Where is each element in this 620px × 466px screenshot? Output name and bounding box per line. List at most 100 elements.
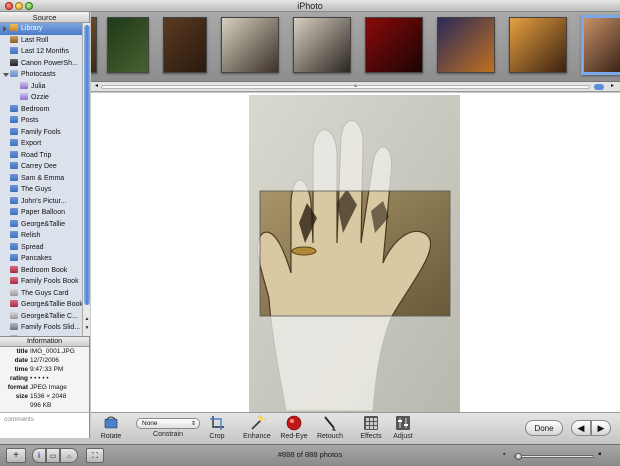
album-icon: [10, 162, 18, 169]
night-car-photo[interactable]: [437, 17, 495, 73]
source-item-label: Export: [21, 140, 42, 147]
pipe-fitting-photo-2[interactable]: [293, 17, 351, 73]
filmstrip-scroll-track[interactable]: [101, 85, 590, 89]
source-item-label: The Guys: [21, 186, 52, 193]
album-icon: [10, 139, 18, 146]
adjust-label: Adjust: [393, 433, 413, 440]
constrain-label: Constrain: [153, 431, 183, 438]
source-item[interactable]: Family Fools Slid...: [0, 322, 82, 334]
source-item[interactable]: Spread: [0, 242, 82, 254]
comments-field[interactable]: comments: [0, 412, 90, 438]
next-photo-button[interactable]: ▶: [591, 420, 611, 436]
source-scrollbar[interactable]: ▲ ▼: [82, 23, 90, 336]
scroll-left-arrow-icon[interactable]: ◂: [93, 83, 100, 90]
source-pane: Source Library Last Roll Last 12 Months Can…: [0, 12, 90, 336]
retouch-button[interactable]: Retouch: [310, 415, 350, 440]
source-item[interactable]: Julia: [0, 81, 82, 93]
edit-toolbar: Rotate None ⇕ Constrain Crop Enhance Red…: [91, 412, 620, 444]
source-item[interactable]: Paper Balloon: [0, 207, 82, 219]
filmstrip-scroll-thumb[interactable]: [594, 84, 604, 90]
left-arrow-icon: ◀: [577, 423, 585, 433]
previous-photo-button[interactable]: ◀: [571, 420, 591, 436]
source-item-label: George&Tallie: [21, 220, 65, 228]
info-row: date 12/7/2006: [0, 356, 89, 365]
source-item[interactable]: Export: [0, 138, 82, 150]
disclosure-open-icon[interactable]: [3, 73, 9, 77]
source-item[interactable]: Family Fools: [0, 127, 82, 139]
red-eye-icon: [286, 415, 302, 431]
source-item[interactable]: John's Pictur...: [0, 196, 82, 208]
source-item[interactable]: Bedroom Book: [0, 265, 82, 277]
info-key: date: [14, 357, 28, 364]
pane-resize-handle-icon[interactable]: ▴: [354, 82, 357, 89]
source-item[interactable]: George&Tallie: [0, 219, 82, 231]
source-item[interactable]: Library: [0, 23, 82, 35]
done-button[interactable]: Done: [525, 420, 563, 436]
source-header: Source: [0, 12, 89, 23]
source-item[interactable]: George&Tallie Book: [0, 299, 82, 311]
red-light-photo[interactable]: [365, 17, 423, 73]
source-item[interactable]: Pancakes: [0, 253, 82, 265]
source-item-label: Photocasts: [21, 71, 56, 78]
library-icon: [10, 24, 18, 31]
source-item[interactable]: Road Trip: [0, 150, 82, 162]
source-item[interactable]: Canon PowerSh...: [0, 58, 82, 70]
photocast-icon: [10, 70, 18, 77]
red-eye-label: Red-Eye: [280, 433, 308, 440]
zoom-slider[interactable]: [514, 453, 594, 460]
filmstrip-scrollbar[interactable]: ◂ ▸ ▴: [91, 82, 620, 92]
info-row: rating • • • • •: [0, 374, 89, 383]
constrain-dropdown[interactable]: None ⇕: [136, 418, 200, 429]
source-item[interactable]: Last 12 Months: [0, 46, 82, 58]
adjust-button[interactable]: Adjust: [383, 415, 423, 440]
source-item[interactable]: Last Roll: [0, 35, 82, 47]
small-thumbnail-icon: ▪: [503, 451, 506, 458]
crop-button[interactable]: Crop: [197, 415, 237, 440]
calendar-icon: [10, 47, 18, 54]
room-photo[interactable]: [163, 17, 207, 73]
source-item-label: Bedroom Book: [21, 266, 68, 274]
source-item-label: Road Trip: [21, 151, 52, 159]
source-item[interactable]: George&Tallie C...: [0, 311, 82, 323]
dropdown-arrows-icon: ⇕: [190, 421, 196, 427]
info-value: IMG_0001.JPG: [30, 348, 75, 355]
book-icon: [10, 277, 18, 284]
hand-photo-canvas[interactable]: [91, 93, 620, 413]
enhance-button[interactable]: Enhance: [237, 415, 277, 440]
plant-photo[interactable]: [107, 17, 149, 73]
album-icon: [10, 254, 18, 261]
scroll-down-arrow-icon[interactable]: ▼: [84, 325, 90, 331]
album-icon: [10, 242, 18, 250]
source-item[interactable]: Posts: [0, 115, 82, 127]
window-title-bar: iPhoto: [0, 0, 620, 12]
filmstrip: [91, 12, 620, 82]
info-key: format: [7, 384, 28, 391]
source-item[interactable]: Sam & Emma: [0, 173, 82, 185]
source-item-label: Family Fools: [21, 128, 61, 136]
source-item[interactable]: Carrey Dee: [0, 161, 82, 173]
pipe-fitting-photo-1[interactable]: [221, 17, 279, 73]
source-scroll-thumb[interactable]: [84, 25, 90, 305]
hand-photo[interactable]: [581, 15, 620, 75]
source-item[interactable]: Family Fools Book: [0, 276, 82, 288]
glowing-bulb-photo[interactable]: [509, 17, 567, 73]
album-icon: [10, 173, 18, 181]
red-eye-button[interactable]: Red-Eye: [274, 415, 314, 440]
info-value: 12/7/2006: [30, 357, 59, 364]
source-item[interactable]: Ozzie: [0, 92, 82, 104]
scroll-right-arrow-icon[interactable]: ▸: [609, 83, 616, 90]
rotate-button[interactable]: Rotate: [91, 415, 131, 440]
magic-wand-icon: [251, 415, 265, 430]
zoom-slider-knob[interactable]: [515, 453, 522, 460]
partial-photo[interactable]: [91, 17, 97, 73]
source-item-label: Pancakes: [21, 255, 52, 262]
source-item[interactable]: Relish: [0, 230, 82, 242]
disclosure-closed-icon[interactable]: [3, 26, 7, 32]
source-item[interactable]: The Guys: [0, 184, 82, 196]
information-header: Information: [0, 337, 89, 347]
source-item[interactable]: Bedroom: [0, 104, 82, 116]
scroll-up-arrow-icon[interactable]: ▲: [84, 316, 90, 322]
source-item[interactable]: The Guys Card: [0, 288, 82, 300]
source-item[interactable]: Photocasts: [0, 69, 82, 81]
effects-grid-icon: [364, 416, 378, 430]
